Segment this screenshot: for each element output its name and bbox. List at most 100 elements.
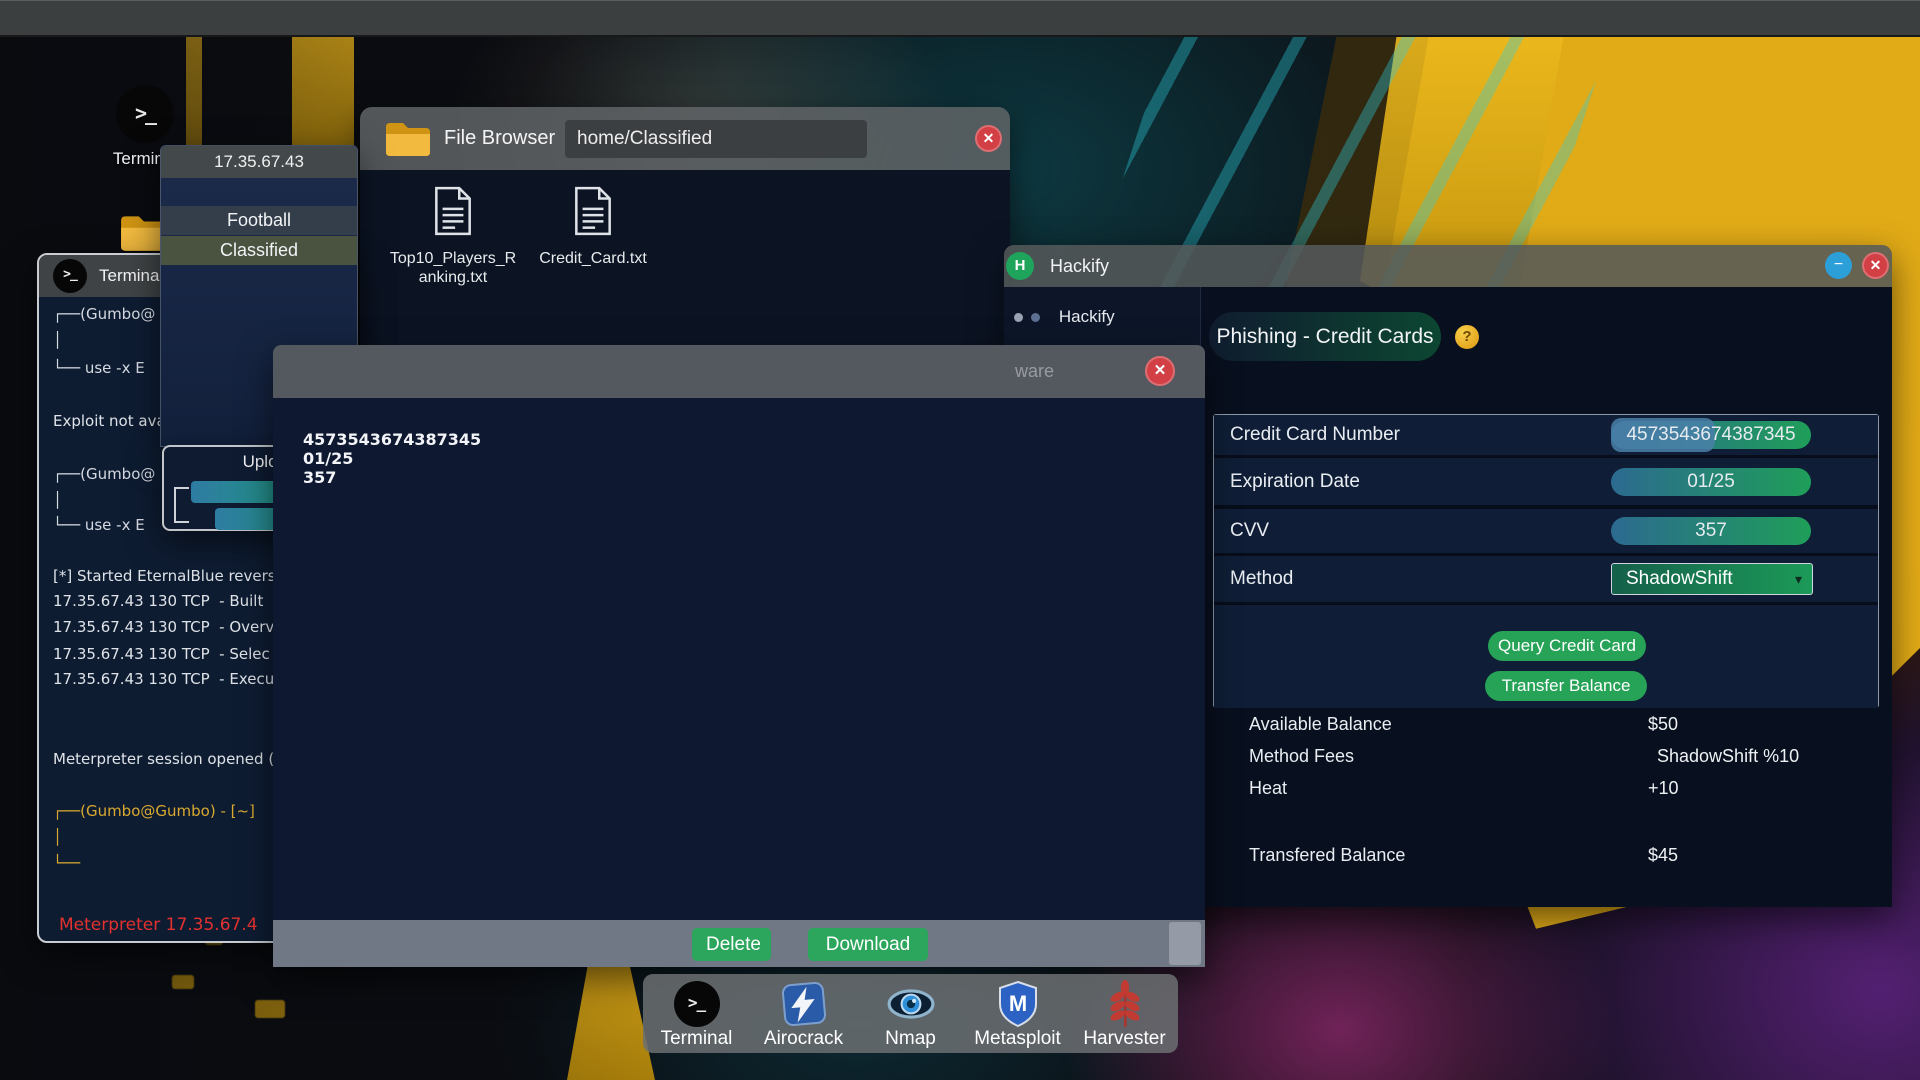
dock-label: Airocrack (763, 1028, 844, 1049)
terminal-line: └── use -x E (53, 516, 145, 534)
server-panel-item-football[interactable]: Football (161, 206, 357, 235)
hackify-title: Hackify (1050, 256, 1110, 276)
card-number-input[interactable]: 4573543674387345 (1611, 418, 1811, 452)
folder-icon (386, 123, 430, 156)
terminal-line: ┌──(Gumbo@Gumbo) - [~] (53, 802, 255, 820)
phishing-form: Credit Card Number 4573543674387345 Expi… (1213, 414, 1879, 708)
terminal-line: 17.35.67.43 130 TCP - Overv (53, 618, 275, 636)
terminal-line: ┌──(Gumbo@ (53, 305, 156, 323)
terminal-line: 17.35.67.43 130 TCP - Selec (53, 645, 270, 663)
text-viewer-bottom-bar: Delete Download (273, 920, 1205, 967)
transfer-balance-button[interactable]: Transfer Balance (1485, 671, 1647, 701)
file-content: 4573543674387345 01/25 357 (303, 430, 481, 487)
hackify-main: Phishing - Credit Cards ? Credit Card Nu… (1200, 287, 1892, 907)
card-number-value: 4573543674387345 (1626, 424, 1796, 445)
method-dropdown[interactable]: ShadowShift ▾ (1611, 563, 1813, 595)
file-name: Credit_Card.txt (539, 250, 647, 267)
stat-label: Available Balance (1249, 714, 1392, 734)
hackify-minimize-button[interactable]: − (1825, 252, 1852, 279)
file-name: Top10_Players_Ranking.txt (389, 250, 517, 286)
desktop: >_ Terminal File Browser home/Classified… (0, 0, 1920, 1080)
text-viewer-window: ware ✕ 4573543674387345 01/25 357 Delete… (273, 345, 1205, 967)
stat-value: ShadowShift %10 (1657, 746, 1800, 766)
download-button[interactable]: Download (808, 928, 928, 961)
stat-row: Method Fees ShadowShift %10 (1201, 746, 1893, 770)
hackify-close-button[interactable]: ✕ (1862, 252, 1889, 279)
terminal-line: │ (53, 828, 63, 846)
method-value: ShadowShift (1626, 568, 1733, 589)
dot-icon (1031, 312, 1041, 322)
terminal-line: Meterpreter session opened ( (53, 750, 275, 768)
file-browser-titlebar[interactable]: File Browser home/Classified ✕ (360, 107, 1010, 170)
dock-item-metasploit[interactable]: M Metasploit (964, 974, 1071, 1053)
path-input[interactable]: home/Classified (565, 120, 867, 158)
stat-label: Transfered Balance (1249, 845, 1406, 865)
dot-icon (1014, 312, 1023, 322)
dock-item-nmap[interactable]: Nmap (857, 974, 964, 1053)
form-row-expiration: Expiration Date 01/25 (1214, 458, 1878, 505)
nmap-icon (887, 989, 934, 1019)
stat-row: Available Balance $50 (1201, 714, 1893, 738)
top-bar (0, 0, 1920, 37)
document-icon (575, 186, 611, 236)
dock-item-harvester[interactable]: Harvester (1071, 974, 1178, 1053)
cvv-input[interactable]: 357 (1611, 517, 1811, 545)
terminal-line: │ (53, 331, 63, 349)
cvv-value: 357 (1695, 520, 1727, 541)
terminal-line: └── (53, 854, 81, 872)
form-row-actions: Query Credit Card Transfer Balance (1214, 605, 1878, 708)
dock: >_ Terminal Airocrack Nmap M Metasploit … (643, 974, 1178, 1053)
hackify-titlebar[interactable]: H Hackify − ✕ (1004, 245, 1892, 287)
server-panel-title: 17.35.67.43 (161, 146, 357, 178)
metasploit-icon: M (998, 980, 1037, 1028)
sidebar-item-hackify[interactable]: Hackify (1014, 307, 1115, 331)
svg-text:M: M (1008, 991, 1026, 1016)
chevron-down-icon: ▾ (1794, 571, 1802, 587)
terminal-icon: >_ (53, 259, 87, 293)
file-item[interactable]: Credit_Card.txt (528, 186, 658, 268)
stat-label: Method Fees (1249, 746, 1355, 766)
expiration-input[interactable]: 01/25 (1611, 468, 1811, 496)
module-title-pill[interactable]: Phishing - Credit Cards (1209, 312, 1441, 361)
text-viewer-titlebar[interactable]: ware ✕ (273, 345, 1205, 398)
harvester-icon (1110, 980, 1139, 1027)
server-panel-item-classified[interactable]: Classified (161, 236, 357, 265)
form-row-method: Method ShadowShift ▾ (1214, 556, 1878, 602)
terminal-line: [*] Started EternalBlue revers (53, 567, 276, 585)
file-content-line: 357 (303, 468, 337, 487)
sidebar-item-label: Hackify (1058, 307, 1115, 326)
terminal-line: 17.35.67.43 130 TCP - Built (53, 592, 264, 610)
terminal-icon: >_ (116, 85, 174, 143)
file-browser-title: File Browser (444, 127, 556, 149)
expiration-value: 01/25 (1687, 471, 1735, 492)
dock-label: Harvester (1083, 1028, 1166, 1049)
text-viewer-title-fragment: ware (1015, 361, 1055, 381)
file-content-line: 4573543674387345 (303, 430, 482, 449)
terminal-line: 17.35.67.43 130 TCP - Execu (53, 670, 275, 688)
resize-grip[interactable] (1169, 922, 1201, 965)
dock-label: Terminal (660, 1028, 733, 1049)
terminal-line: └── use -x E (53, 359, 145, 377)
file-item[interactable]: Top10_Players_Ranking.txt (388, 186, 518, 287)
dock-label: Nmap (885, 1028, 936, 1049)
terminal-line: Exploit not ava (53, 412, 166, 430)
upload-tree-bracket (174, 487, 189, 523)
document-icon (435, 186, 471, 236)
terminal-line: ┌──(Gumbo@ (53, 465, 156, 483)
terminal-title: Terminal (99, 266, 164, 285)
form-row-card-number: Credit Card Number 4573543674387345 (1214, 415, 1878, 455)
query-credit-card-button[interactable]: Query Credit Card (1488, 631, 1646, 661)
stat-label: Heat (1249, 778, 1288, 798)
dock-item-airocrack[interactable]: Airocrack (750, 974, 857, 1053)
terminal-icon: >_ (673, 981, 720, 1027)
airocrack-icon (781, 981, 826, 1027)
terminal-line: │ (53, 491, 63, 509)
help-icon[interactable]: ? (1455, 325, 1479, 349)
text-viewer-close-button[interactable]: ✕ (1145, 356, 1175, 386)
delete-button[interactable]: Delete (692, 928, 771, 961)
stat-value: +10 (1648, 778, 1679, 798)
stat-value: $45 (1648, 845, 1679, 865)
dock-item-terminal[interactable]: >_ Terminal (643, 974, 750, 1053)
stat-value: $50 (1648, 714, 1679, 734)
file-browser-close-button[interactable]: ✕ (975, 125, 1002, 152)
